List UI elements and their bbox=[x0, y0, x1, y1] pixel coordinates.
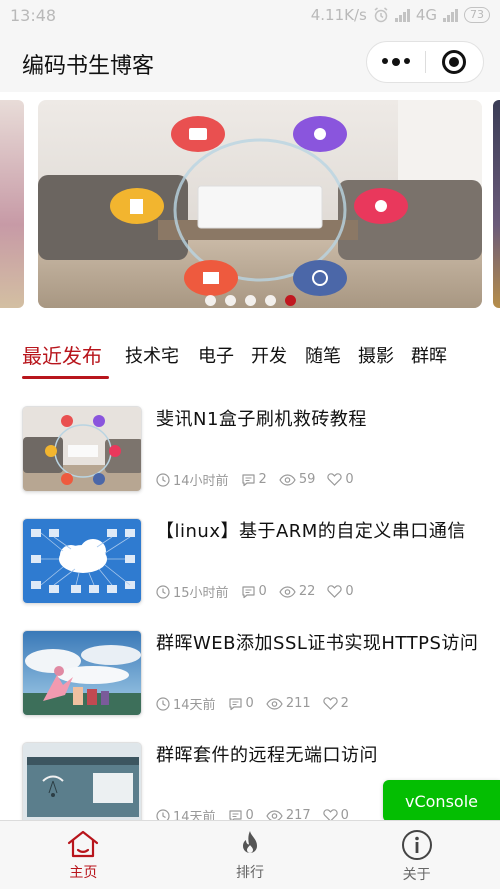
tab-dev[interactable]: 开发 bbox=[251, 342, 287, 368]
banner-indicator bbox=[0, 295, 500, 306]
info-icon bbox=[401, 830, 432, 860]
status-time: 13:48 bbox=[10, 6, 57, 25]
post-comments: 0 bbox=[245, 696, 254, 711]
post-title[interactable]: 群晖套件的远程无端口访问 bbox=[156, 742, 486, 770]
post-thumbnail bbox=[22, 742, 142, 828]
post-title[interactable]: 斐讯N1盒子刷机救砖教程 bbox=[156, 406, 486, 434]
banner-next-slide[interactable] bbox=[493, 100, 500, 308]
comment-icon bbox=[241, 585, 255, 598]
post-time: 15小时前 bbox=[173, 586, 229, 601]
battery-level: 73 bbox=[464, 7, 490, 23]
nav-bar: 编码书生博客 bbox=[0, 32, 500, 92]
post-views: 59 bbox=[298, 472, 316, 487]
alarm-icon bbox=[374, 7, 388, 23]
tab-latest[interactable]: 最近发布 bbox=[22, 340, 102, 369]
post-title[interactable]: 【linux】基于ARM的自定义串口通信 bbox=[156, 518, 486, 546]
post-meta: 14小时前 2 59 0 bbox=[156, 470, 366, 489]
more-dots-icon[interactable] bbox=[367, 58, 425, 66]
post-likes: 0 bbox=[345, 472, 354, 487]
status-right: 4.11K/s 4G 73 bbox=[311, 6, 490, 24]
post-meta: 15小时前 0 22 0 bbox=[156, 582, 366, 601]
signal-icon-2 bbox=[443, 8, 458, 22]
tabbar-label: 主页 bbox=[69, 865, 98, 881]
tab-tech[interactable]: 技术宅 bbox=[125, 342, 179, 368]
flame-icon bbox=[243, 831, 257, 853]
post-time: 14小时前 bbox=[173, 474, 229, 489]
status-bar: 13:48 4.11K/s 4G 73 bbox=[0, 0, 500, 32]
post-title[interactable]: 群晖WEB添加SSL证书实现HTTPS访问 bbox=[156, 630, 486, 658]
heart-icon bbox=[327, 585, 343, 598]
record-circle-icon[interactable] bbox=[425, 50, 483, 74]
banner-prev-slide[interactable] bbox=[0, 100, 24, 308]
tab-photo[interactable]: 摄影 bbox=[358, 342, 394, 368]
capsule-menu bbox=[366, 41, 484, 83]
post-thumbnail bbox=[22, 406, 142, 492]
list-item[interactable]: 群晖WEB添加SSL证书实现HTTPS访问 14天前 0 211 2 bbox=[0, 622, 500, 722]
tabbar-label: 关于 bbox=[402, 867, 431, 883]
vconsole-button[interactable]: vConsole bbox=[383, 780, 500, 822]
banner-dot[interactable] bbox=[244, 295, 256, 306]
clock-icon bbox=[156, 696, 170, 711]
post-views: 22 bbox=[298, 584, 316, 599]
tab-synology[interactable]: 群晖 bbox=[411, 342, 447, 368]
post-thumbnail bbox=[22, 518, 142, 604]
home-icon bbox=[68, 830, 99, 858]
tabbar-item-about[interactable]: 关于 bbox=[333, 821, 500, 889]
banner-dot-active[interactable] bbox=[284, 295, 296, 306]
tabbar-item-ranking[interactable]: 排行 bbox=[167, 821, 334, 889]
comment-icon bbox=[241, 473, 255, 486]
category-tabs: 最近发布 技术宅 电子 开发 随笔 摄影 群晖 bbox=[0, 318, 500, 388]
post-time: 14天前 bbox=[173, 698, 216, 713]
tab-electronics[interactable]: 电子 bbox=[198, 342, 234, 368]
network-speed: 4.11K/s bbox=[310, 6, 367, 24]
eye-icon bbox=[279, 473, 296, 486]
signal-icon bbox=[394, 8, 410, 22]
bottom-tab-bar: 主页 排行 关于 bbox=[0, 820, 500, 889]
comment-icon bbox=[228, 697, 242, 710]
clock-icon bbox=[156, 584, 170, 599]
active-tab-indicator bbox=[22, 376, 109, 379]
post-comments: 2 bbox=[258, 472, 267, 487]
list-item[interactable]: 斐讯N1盒子刷机救砖教程 14小时前 2 59 0 bbox=[0, 398, 500, 498]
post-likes: 2 bbox=[340, 696, 349, 711]
banner-slide[interactable] bbox=[38, 100, 482, 308]
list-item[interactable]: 【linux】基于ARM的自定义串口通信 15小时前 0 22 0 bbox=[0, 510, 500, 610]
banner-swiper[interactable] bbox=[0, 92, 500, 318]
eye-icon bbox=[266, 697, 283, 710]
clock-icon bbox=[156, 472, 170, 487]
banner-image bbox=[38, 100, 482, 308]
network-type: 4G bbox=[415, 6, 437, 24]
post-likes: 0 bbox=[345, 584, 354, 599]
post-thumbnail bbox=[22, 630, 142, 716]
post-views: 211 bbox=[285, 696, 311, 711]
post-meta: 14天前 0 211 2 bbox=[156, 694, 361, 713]
heart-icon bbox=[322, 697, 338, 710]
banner-dot[interactable] bbox=[224, 295, 236, 306]
tabbar-label: 排行 bbox=[236, 865, 264, 881]
tab-essay[interactable]: 随笔 bbox=[305, 342, 341, 368]
tabbar-item-home[interactable]: 主页 bbox=[0, 821, 167, 889]
banner-dot[interactable] bbox=[264, 295, 276, 306]
heart-icon bbox=[327, 473, 343, 486]
post-comments: 0 bbox=[258, 584, 267, 599]
banner-dot[interactable] bbox=[204, 295, 216, 306]
eye-icon bbox=[279, 585, 296, 598]
page-title: 编码书生博客 bbox=[22, 54, 155, 79]
